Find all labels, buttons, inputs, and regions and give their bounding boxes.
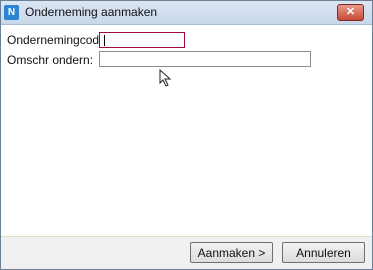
title-bar[interactable]: N Onderneming aanmaken ✕ bbox=[1, 1, 372, 25]
text-caret bbox=[104, 35, 105, 46]
mouse-pointer-icon bbox=[159, 69, 172, 87]
app-logo-icon: N bbox=[4, 5, 19, 20]
code-label: Ondernemingcode: bbox=[7, 33, 110, 47]
dialog-window: N Onderneming aanmaken ✕ Ondernemingcode… bbox=[0, 0, 373, 270]
code-input[interactable] bbox=[99, 32, 185, 48]
description-label: Omschr ondern: bbox=[7, 53, 94, 67]
button-bar: Aanmaken > Annuleren bbox=[1, 237, 372, 269]
close-button[interactable]: ✕ bbox=[337, 4, 364, 21]
window-title: Onderneming aanmaken bbox=[25, 5, 158, 19]
create-button[interactable]: Aanmaken > bbox=[190, 242, 273, 263]
cancel-button[interactable]: Annuleren bbox=[282, 242, 365, 263]
description-input[interactable] bbox=[99, 51, 311, 67]
